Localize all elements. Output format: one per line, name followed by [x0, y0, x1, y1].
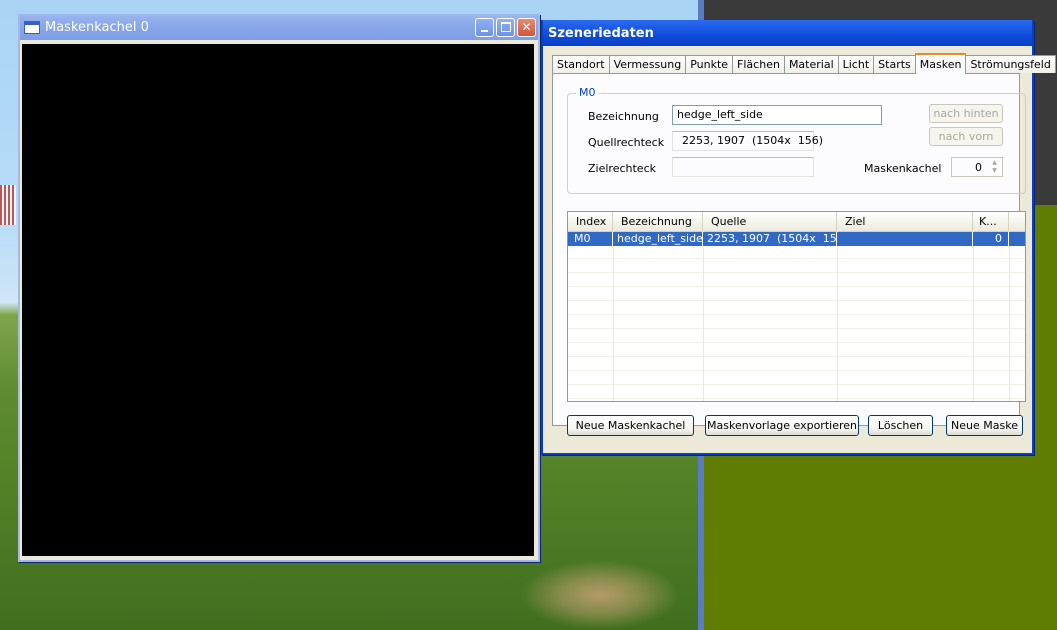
column-line — [837, 231, 838, 401]
column-header-quelle[interactable]: Quelle — [703, 212, 837, 231]
cell-ziel — [837, 232, 973, 246]
tab-starts[interactable]: Starts — [873, 55, 916, 73]
mask-window-titlebar[interactable]: Maskenkachel 0 ✕ — [20, 14, 538, 40]
group-title: M0 — [576, 86, 599, 99]
scene-window-titlebar[interactable]: Szeneriedaten — [543, 20, 1032, 46]
spin-up-icon[interactable]: ▲ — [988, 159, 1001, 167]
column-header-k[interactable]: K... — [973, 212, 1009, 231]
scene-window-title: Szeneriedaten — [548, 25, 654, 41]
scenery-data-window[interactable]: Szeneriedaten Standort Vermessung Punkte… — [541, 20, 1056, 455]
mask-tile-canvas[interactable] — [22, 44, 534, 556]
cell-index: M0 — [568, 232, 613, 246]
maximize-icon — [500, 22, 511, 32]
column-line — [613, 231, 614, 401]
spin-down-icon[interactable]: ▼ — [988, 167, 1001, 175]
zielrechteck-field — [672, 157, 814, 177]
neue-maskenkachel-button[interactable]: Neue Maskenkachel — [567, 415, 694, 436]
quellrechteck-field: 2253, 1907 (1504x 156) — [672, 131, 823, 151]
quellrechteck-label: Quellrechteck — [588, 136, 665, 149]
tab-standort[interactable]: Standort — [552, 55, 610, 73]
maskenvorlage-exportieren-button[interactable]: Maskenvorlage exportieren — [705, 415, 859, 436]
table-grid — [568, 245, 1025, 401]
column-line — [973, 231, 974, 401]
mask-details-group: M0 Bezeichnung hedge_left_side Quellrech… — [567, 86, 1026, 194]
nach-hinten-button[interactable]: nach hinten — [929, 104, 1003, 123]
close-icon: ✕ — [521, 20, 532, 34]
background-fence — [0, 185, 16, 225]
loeschen-button[interactable]: Löschen — [868, 415, 933, 436]
tab-masken[interactable]: Masken — [914, 53, 967, 74]
tab-flaechen[interactable]: Flächen — [732, 55, 785, 73]
tab-stroemungsfeld[interactable]: Strömungsfeld — [965, 55, 1056, 73]
tab-bar: Standort Vermessung Punkte Flächen Mater… — [552, 53, 1056, 74]
spinner-buttons: ▲ ▼ — [988, 159, 1001, 175]
tab-licht[interactable]: Licht — [837, 55, 875, 73]
cell-bezeichnung: hedge_left_side — [613, 232, 703, 246]
mask-window-title: Maskenkachel 0 — [45, 19, 149, 35]
tab-vermessung[interactable]: Vermessung — [608, 55, 687, 73]
column-line — [703, 231, 704, 401]
column-header-ziel[interactable]: Ziel — [837, 212, 973, 231]
close-button[interactable]: ✕ — [517, 17, 536, 37]
maskenkachel-label: Maskenkachel — [864, 162, 942, 175]
minimize-button[interactable] — [475, 17, 494, 37]
masks-table[interactable]: Index Bezeichnung Quelle Ziel K... M0 he… — [567, 211, 1026, 402]
nach-vorn-button[interactable]: nach vorn — [929, 127, 1003, 146]
maximize-button[interactable] — [496, 17, 515, 37]
maskenkachel-spinner[interactable]: 0 ▲ ▼ — [951, 157, 1003, 177]
cell-k: 0 — [973, 232, 1009, 246]
window-icon — [24, 20, 40, 34]
cell-quelle: 2253, 1907 (1504x 156) — [703, 232, 837, 246]
bezeichnung-input[interactable]: hedge_left_side — [672, 105, 882, 125]
mask-tile-window[interactable]: Maskenkachel 0 ✕ — [18, 14, 540, 562]
tab-punkte[interactable]: Punkte — [685, 55, 734, 73]
masks-tab-panel: M0 Bezeichnung hedge_left_side Quellrech… — [552, 73, 1026, 436]
neue-maske-button[interactable]: Neue Maske — [946, 415, 1023, 436]
zielrechteck-label: Zielrechteck — [588, 162, 656, 175]
table-header: Index Bezeichnung Quelle Ziel K... — [568, 212, 1025, 232]
column-line — [1009, 231, 1010, 401]
tab-material[interactable]: Material — [783, 55, 839, 73]
maskenkachel-value: 0 — [975, 161, 982, 174]
bezeichnung-label: Bezeichnung — [588, 110, 659, 123]
table-row[interactable]: M0 hedge_left_side 2253, 1907 (1504x 156… — [568, 232, 1025, 246]
minimize-icon — [481, 29, 488, 32]
column-header-bezeichnung[interactable]: Bezeichnung — [613, 212, 703, 231]
column-header-index[interactable]: Index — [568, 212, 613, 231]
